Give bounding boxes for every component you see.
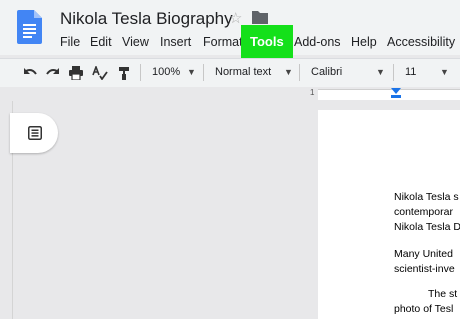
menu-file[interactable]: File bbox=[60, 35, 80, 49]
chevron-down-icon[interactable]: ▼ bbox=[440, 67, 449, 77]
toolbar-separator bbox=[140, 64, 141, 81]
menu-accessibility[interactable]: Accessibility bbox=[387, 35, 455, 49]
chevron-down-icon[interactable]: ▼ bbox=[376, 67, 385, 77]
undo-icon[interactable] bbox=[22, 66, 38, 80]
body-text-line: Nikola Tesla s bbox=[394, 191, 459, 203]
menu-add-ons[interactable]: Add-ons bbox=[294, 35, 341, 49]
body-text-line: scientist-inve bbox=[394, 263, 455, 275]
outline-icon bbox=[28, 126, 42, 140]
docs-icon[interactable] bbox=[17, 10, 42, 44]
body-text-line: photo of Tesl bbox=[394, 303, 454, 315]
menu-help[interactable]: Help bbox=[351, 35, 377, 49]
redo-icon[interactable] bbox=[45, 66, 61, 80]
first-line-indent-marker[interactable] bbox=[391, 95, 401, 98]
print-icon[interactable] bbox=[68, 66, 84, 80]
menu-tools[interactable]: Tools bbox=[250, 34, 284, 49]
toolbar-separator bbox=[393, 64, 394, 81]
spellcheck-icon[interactable] bbox=[92, 66, 108, 80]
paragraph-style-select[interactable]: Normal text bbox=[215, 66, 271, 78]
chevron-down-icon[interactable]: ▼ bbox=[187, 67, 196, 77]
body-text-line: The st bbox=[428, 288, 458, 300]
indent-marker-icon[interactable] bbox=[391, 88, 401, 94]
paint-format-icon[interactable] bbox=[116, 66, 132, 80]
toolbar-separator bbox=[203, 64, 204, 81]
toolbar-separator bbox=[299, 64, 300, 81]
folder-icon[interactable] bbox=[252, 10, 268, 24]
zoom-select[interactable]: 100% bbox=[152, 66, 180, 78]
body-text-line: contemporar bbox=[394, 206, 453, 218]
menu-edit[interactable]: Edit bbox=[90, 35, 112, 49]
ruler-number: 1 bbox=[310, 88, 315, 97]
menu-view[interactable]: View bbox=[122, 35, 149, 49]
font-select[interactable]: Calibri bbox=[311, 66, 342, 78]
body-text-line: Many United bbox=[394, 248, 453, 260]
menu-insert[interactable]: Insert bbox=[160, 35, 191, 49]
font-size-select[interactable]: 11 bbox=[405, 66, 416, 78]
ruler-page-area[interactable] bbox=[318, 89, 460, 100]
document-title[interactable]: Nikola Tesla Biography bbox=[60, 9, 233, 29]
menu-format[interactable]: Format bbox=[203, 35, 243, 49]
body-text-line: Nikola Tesla D bbox=[394, 221, 460, 233]
chevron-down-icon[interactable]: ▼ bbox=[284, 67, 293, 77]
